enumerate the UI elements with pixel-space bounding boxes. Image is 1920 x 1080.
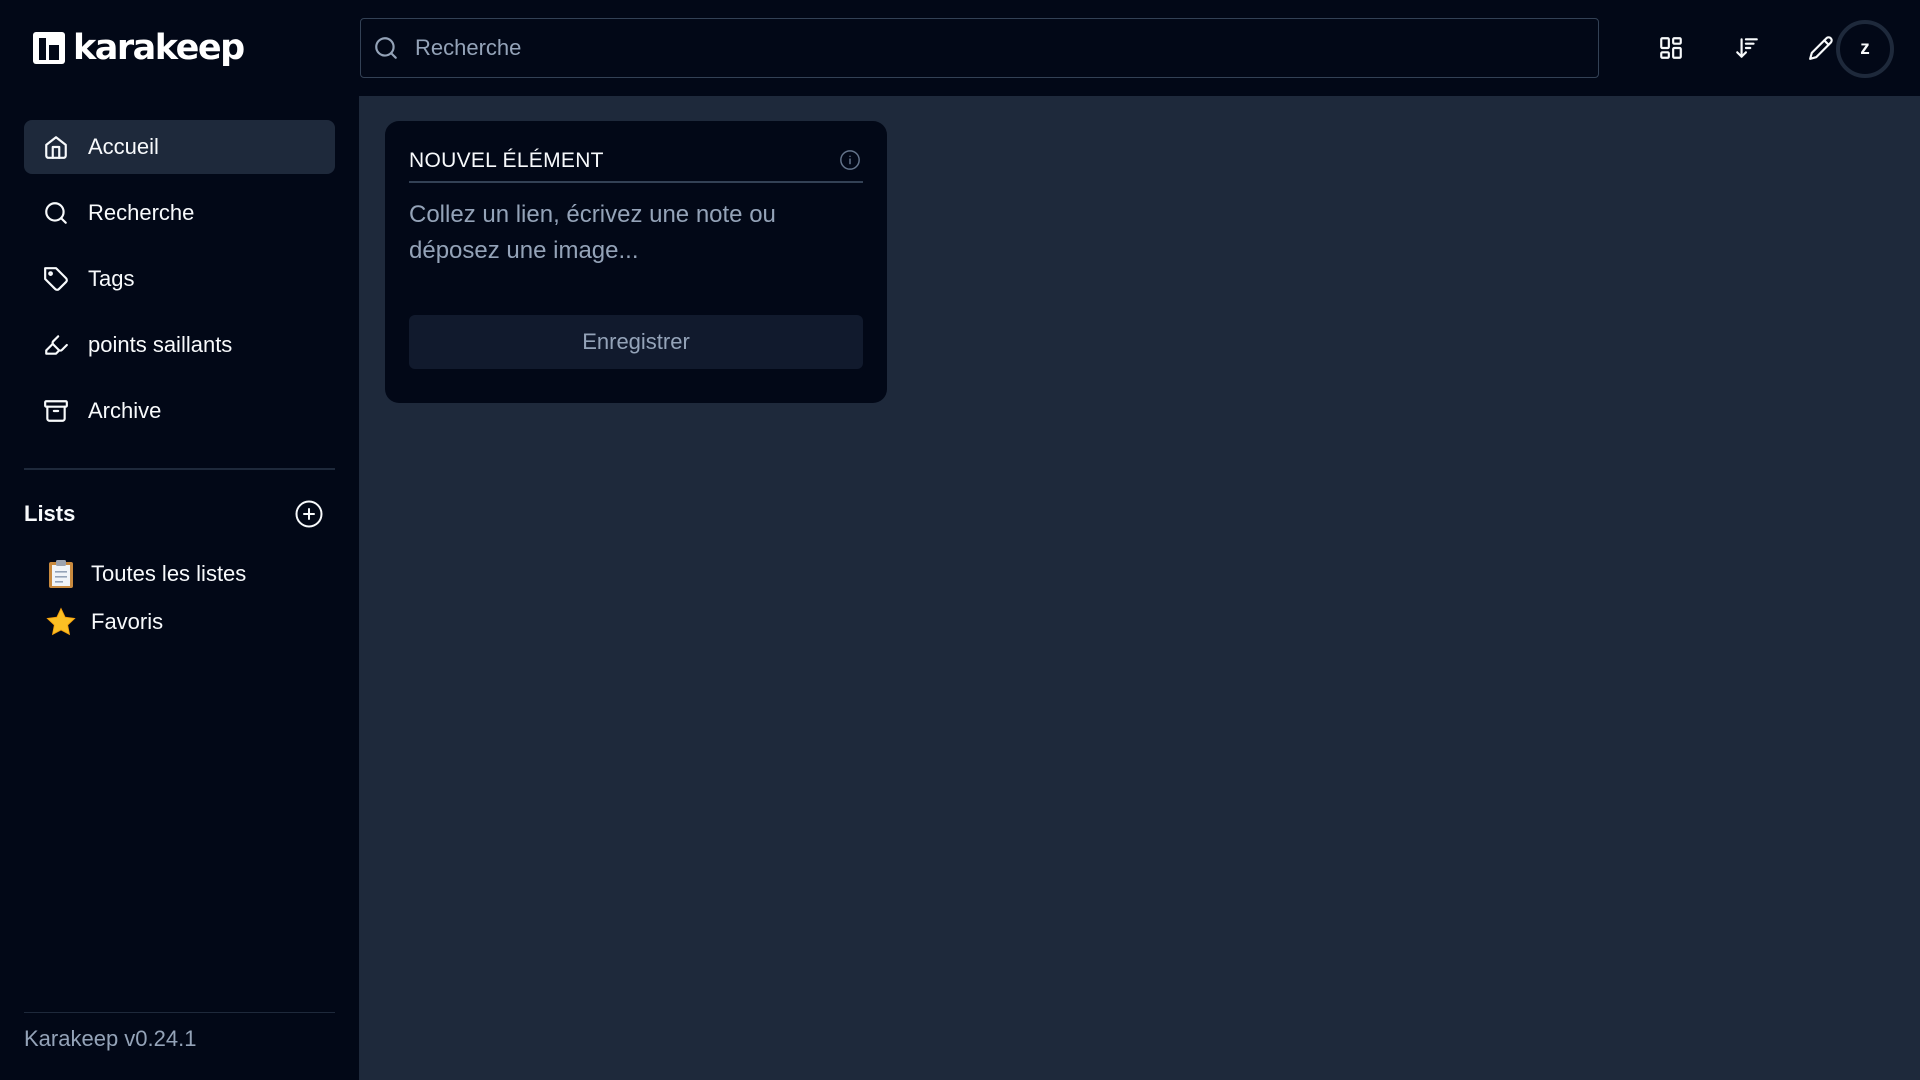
sidebar-item-label: Tags (88, 266, 135, 291)
sort-button[interactable] (1723, 24, 1771, 72)
logo-text: karakeep (73, 28, 245, 68)
sort-icon (1736, 38, 1758, 58)
layout-toggle-button[interactable] (1647, 24, 1695, 72)
save-button[interactable]: Enregistrer (409, 315, 863, 369)
info-button[interactable] (839, 149, 863, 173)
list-item-label: Toutes les listes (91, 561, 247, 586)
sidebar-item-label: Accueil (88, 134, 159, 159)
new-item-card: NOUVEL ÉLÉMENT Enregistrer (385, 121, 887, 403)
list-item-label: Favoris (91, 609, 164, 634)
star-icon (44, 605, 78, 639)
archive-icon (43, 398, 69, 424)
lists: Toutes les listes Favoris (44, 550, 334, 646)
sidebar-item-label: points saillants (88, 332, 233, 357)
sidebar-item-search[interactable]: Recherche (24, 186, 335, 240)
footer-divider (24, 1012, 335, 1013)
highlighter-icon (43, 332, 69, 358)
lists-title: Lists (24, 501, 76, 526)
add-list-button[interactable] (293, 498, 325, 530)
search-bar[interactable] (360, 18, 1599, 78)
search-icon (373, 35, 399, 61)
sidebar-item-label: Recherche (88, 200, 195, 225)
sidebar-item-tags[interactable]: Tags (24, 252, 335, 306)
search-input[interactable] (413, 20, 1598, 76)
pencil-icon (1809, 36, 1833, 60)
sidebar-item-home[interactable]: Accueil (24, 120, 335, 174)
layout-grid-icon (1660, 37, 1682, 59)
search-icon (43, 200, 69, 226)
logo[interactable]: karakeep (32, 26, 245, 70)
tag-icon (43, 266, 69, 292)
sidebar-item-archive[interactable]: Archive (24, 384, 335, 438)
plus-circle-icon (295, 500, 323, 528)
info-icon (840, 150, 860, 170)
new-item-title: NOUVEL ÉLÉMENT (409, 149, 604, 172)
app-root: karakeep Accueil Recherche Tags points s… (0, 0, 1920, 1080)
list-item-favorites[interactable]: Favoris (44, 598, 334, 646)
sidebar-divider (24, 468, 335, 470)
new-item-header: NOUVEL ÉLÉMENT (409, 145, 863, 183)
app-version: Karakeep v0.24.1 (24, 1026, 197, 1051)
sidebar-nav: Accueil Recherche Tags points saillants … (24, 120, 335, 450)
new-item-input[interactable] (409, 197, 863, 307)
main-content: NOUVEL ÉLÉMENT Enregistrer (359, 96, 1920, 1080)
home-icon (43, 134, 69, 160)
list-item-all-lists[interactable]: Toutes les listes (44, 550, 334, 598)
sidebar-item-label: Archive (88, 398, 162, 423)
sidebar: karakeep Accueil Recherche Tags points s… (0, 0, 359, 1080)
logo-icon (33, 32, 65, 64)
user-avatar[interactable]: z (1836, 20, 1894, 78)
lists-header: Lists (24, 496, 335, 532)
sidebar-item-highlights[interactable]: points saillants (24, 318, 335, 372)
clipboard-icon (44, 557, 78, 591)
top-bar: z (359, 0, 1920, 96)
